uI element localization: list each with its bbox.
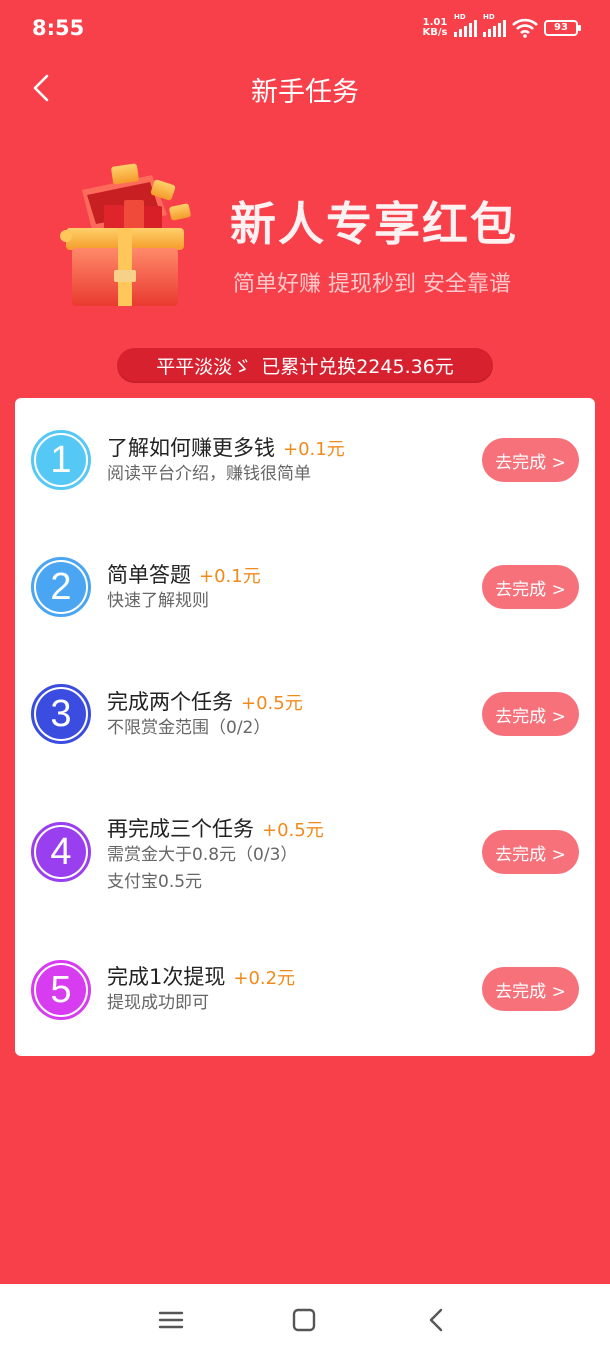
complete-task-button[interactable]: 去完成 > (482, 565, 579, 609)
page-title: 新手任务 (251, 77, 359, 108)
system-nav-bar (0, 1284, 610, 1356)
task-description: 提现成功即可 (107, 993, 209, 1013)
task-number: 5 (36, 965, 86, 1015)
task-title: 完成两个任务 (107, 690, 233, 714)
home-square-icon[interactable] (288, 1304, 320, 1336)
battery-icon: 93 (544, 20, 581, 36)
nav-back-icon[interactable] (421, 1304, 453, 1336)
task-title-line: 了解如何赚更多钱 +0.1元 (107, 432, 345, 462)
task-reward: +0.5元 (262, 820, 324, 841)
banner-subtitle: 简单好赚 提现秒到 安全靠谱 (233, 272, 511, 297)
gift-box-icon (60, 163, 191, 306)
task-list: 1 了解如何赚更多钱 +0.1元 阅读平台介绍，赚钱很简单 去完成 > 2 简单答… (15, 398, 595, 1056)
menu-icon[interactable] (155, 1304, 187, 1336)
task-number-badge: 4 (31, 822, 91, 882)
task-item: 3 完成两个任务 +0.5元 不限赏金范围（0/2） 去完成 > (15, 651, 595, 778)
complete-task-button[interactable]: 去完成 > (482, 692, 579, 736)
complete-task-button[interactable]: 去完成 > (482, 967, 579, 1011)
task-reward: +0.2元 (233, 968, 296, 989)
task-number-badge: 1 (31, 430, 91, 490)
task-title: 了解如何赚更多钱 (107, 436, 275, 460)
task-number: 1 (36, 435, 86, 485)
task-item: 5 完成1次提现 +0.2元 提现成功即可 去完成 > (15, 925, 595, 1056)
ticker-user: 平平淡淡ゞ (156, 356, 252, 378)
task-number-badge: 3 (31, 684, 91, 744)
task-description: 需赏金大于0.8元（0/3） (107, 845, 298, 865)
task-title-line: 再完成三个任务 +0.5元 (107, 813, 324, 843)
signal-icon: HD (454, 13, 477, 37)
complete-task-button[interactable]: 去完成 > (482, 438, 579, 482)
exchange-ticker: 平平淡淡ゞ 已累计兑换2245.36元 (117, 348, 493, 383)
task-title: 再完成三个任务 (107, 817, 254, 841)
signal-hd-label: HD (483, 13, 495, 21)
status-icons: 1.01 KB/s HD HD 93 (422, 13, 581, 38)
task-title: 完成1次提现 (107, 965, 226, 989)
task-title-line: 完成1次提现 +0.2元 (107, 961, 295, 991)
ticker-text: 已累计兑换2245.36元 (261, 356, 454, 378)
task-number: 4 (36, 827, 86, 877)
task-item: 2 简单答题 +0.1元 快速了解规则 去完成 > (15, 524, 595, 651)
net-speed: 1.01 KB/s (422, 18, 448, 38)
task-description: 阅读平台介绍，赚钱很简单 (107, 464, 311, 484)
net-speed-unit: KB/s (422, 27, 448, 38)
task-title: 简单答题 (107, 563, 191, 587)
wifi-icon (512, 18, 538, 38)
task-number-badge: 5 (31, 960, 91, 1020)
promo-banner: 新人专享红包 简单好赚 提现秒到 安全靠谱 (0, 150, 610, 340)
task-description: 不限赏金范围（0/2） (107, 718, 271, 738)
task-description-extra: 支付宝0.5元 (107, 872, 203, 892)
status-bar: 8:55 1.01 KB/s HD HD 93 (0, 0, 610, 56)
task-reward: +0.5元 (241, 693, 303, 714)
nav-bar: 新手任务 (0, 56, 610, 120)
task-reward: +0.1元 (199, 566, 261, 587)
task-number: 2 (36, 562, 86, 612)
signal-hd-label: HD (454, 13, 466, 21)
banner-title: 新人专享红包 (230, 197, 518, 251)
complete-task-button[interactable]: 去完成 > (482, 830, 579, 874)
task-number-badge: 2 (31, 557, 91, 617)
task-title-line: 完成两个任务 +0.5元 (107, 686, 303, 716)
task-item: 4 再完成三个任务 +0.5元 需赏金大于0.8元（0/3） 支付宝0.5元 去完… (15, 778, 595, 925)
signal-icon: HD (483, 13, 506, 37)
task-item: 1 了解如何赚更多钱 +0.1元 阅读平台介绍，赚钱很简单 去完成 > (15, 398, 595, 524)
task-description: 快速了解规则 (107, 591, 209, 611)
task-reward: +0.1元 (283, 439, 345, 460)
task-title-line: 简单答题 +0.1元 (107, 559, 261, 589)
task-number: 3 (36, 689, 86, 739)
status-time: 8:55 (32, 16, 85, 40)
